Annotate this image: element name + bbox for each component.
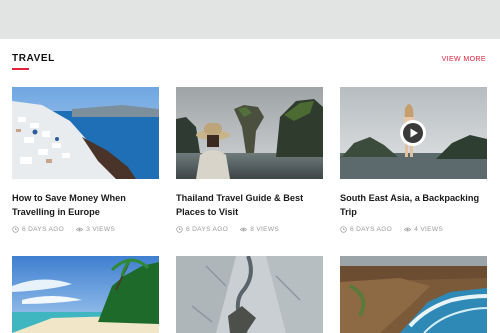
post-meta: 6 DAYS AGO 4 VIEWS <box>340 226 487 236</box>
post-title[interactable]: Thailand Travel Guide & Best Places to V… <box>176 191 323 219</box>
view-more-link[interactable]: VIEW MORE <box>442 56 486 63</box>
eye-icon <box>76 227 84 232</box>
eye-icon <box>240 227 248 232</box>
post-date: 6 DAYS AGO <box>22 226 65 233</box>
top-banner-area <box>0 0 500 39</box>
post-date: 6 DAYS AGO <box>186 226 229 233</box>
post-thumbnail[interactable] <box>12 87 159 179</box>
section-title: TRAVEL <box>12 53 55 64</box>
post-title[interactable]: South East Asia, a Backpacking Trip <box>340 191 487 219</box>
post-thumbnail[interactable] <box>340 87 487 179</box>
post-thumbnail-glacier[interactable] <box>176 256 323 333</box>
post-meta: 6 DAYS AGO 8 VIEWS <box>176 226 323 236</box>
clock-icon <box>12 226 19 233</box>
post-views: 8 VIEWS <box>250 226 280 233</box>
post-date: 6 DAYS AGO <box>350 226 393 233</box>
post-meta: 6 DAYS AGO 3 VIEWS <box>12 226 159 236</box>
post-thumbnail[interactable] <box>176 87 323 179</box>
section-title-underline <box>12 68 29 70</box>
post-views: 4 VIEWS <box>414 226 444 233</box>
clock-icon <box>340 226 347 233</box>
post-thumbnail-beach[interactable] <box>12 256 159 333</box>
play-icon[interactable] <box>399 119 427 147</box>
post-thumbnail-coast[interactable] <box>340 256 487 333</box>
clock-icon <box>176 226 183 233</box>
eye-icon <box>404 227 412 232</box>
post-title[interactable]: How to Save Money When Travelling in Eur… <box>12 191 159 219</box>
section-header: TRAVEL VIEW MORE <box>12 53 488 71</box>
post-views: 3 VIEWS <box>86 226 116 233</box>
